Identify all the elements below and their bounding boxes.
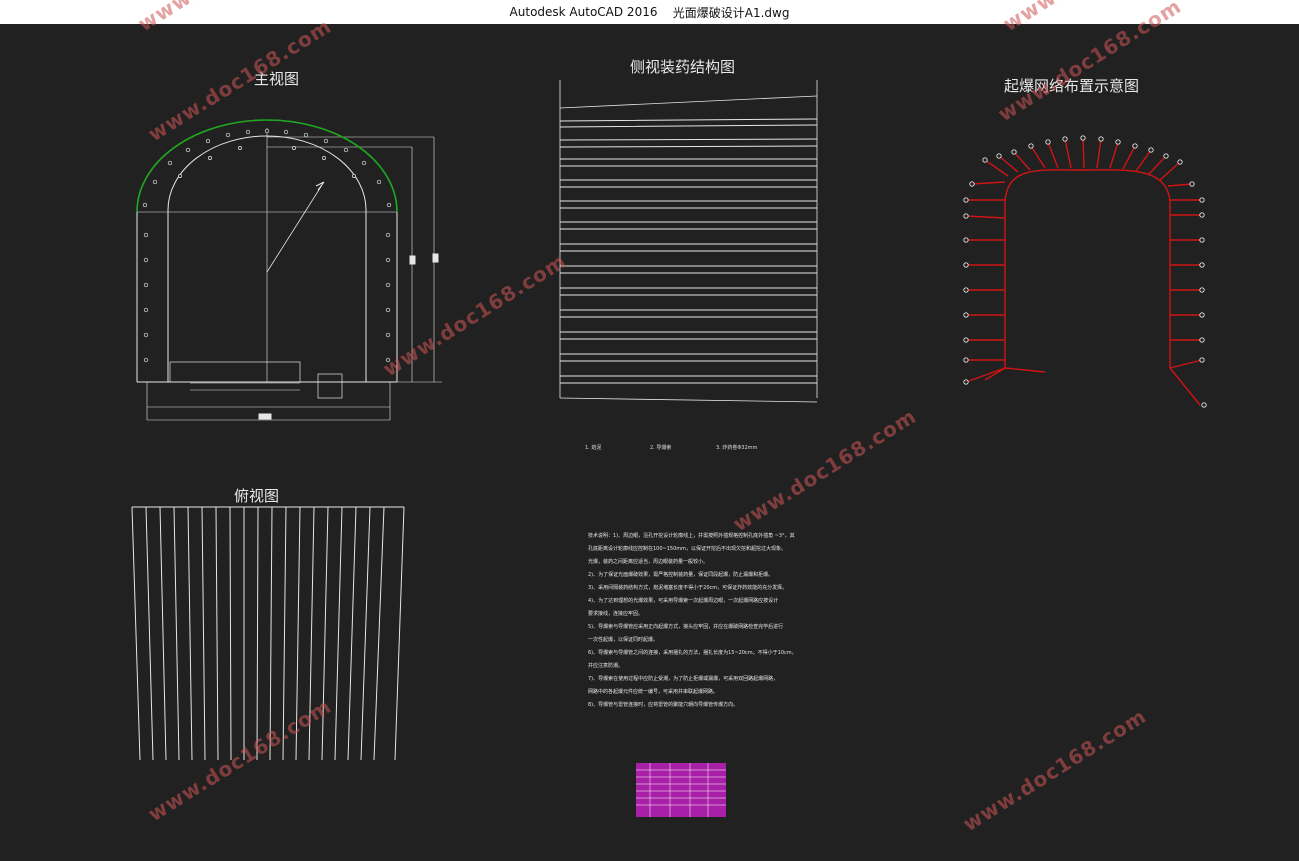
note-line: 5)、导爆索与导爆管应采用正向起爆方式，接头应牢固，并应在爆破网路检查完毕后进行 xyxy=(588,624,784,630)
note-line: 6)、导爆索与导爆管之间的连接，采用捆扎的方法，捆扎长度为15~20cm，不得小… xyxy=(588,650,797,656)
note-line: 2)、为了保证光面爆破效果，需严格控制装药量，保证同段起爆，防止漏爆和拒爆。 xyxy=(588,572,774,578)
note-line: 一次性起爆，以保证同时起爆。 xyxy=(588,637,659,643)
side-legend-1: 1. 炮泥 xyxy=(585,445,602,451)
top-view-drawing xyxy=(131,506,405,761)
note-line: 4)、为了达到理想的光爆效果，可采用导爆索一次起爆周边眼，一次起爆网路应按设计 xyxy=(588,598,779,604)
drawing-canvas[interactable]: 主视图 侧视装药结构图 起爆网络布置示意图 俯视图 1. 炮泥 2. 导爆索 3… xyxy=(0,0,1299,861)
note-line: 孔底距离设计轮廓线应控制在100~150mm，以保证开挖后不出现欠挖和超挖过大现… xyxy=(588,546,787,552)
note-line: 8)、导爆管与雷管连接时，应将雷管的聚能穴朝向导爆管传爆方向。 xyxy=(588,702,739,708)
note-line: 要求接线，连接应牢固。 xyxy=(588,611,644,617)
note-line: 网路中的各起爆元件应统一编号，可采用并串联起爆网路。 xyxy=(588,689,719,695)
note-line: 并应注意防潮。 xyxy=(588,663,624,669)
technical-notes: 技术说明：1)、周边眼，沿孔开挖设计轮廓线上，并需按照外插规格控制孔底外插角 ~… xyxy=(588,530,848,712)
top-view-title: 俯视图 xyxy=(234,487,280,505)
side-legend-2: 2. 导爆索 xyxy=(650,445,672,451)
note-line: 3)、采用间隔装药结构方式，炮泥堵塞长度不得小于20cm，可保证炸药效能的充分发… xyxy=(588,585,788,591)
note-line: 技术说明：1)、周边眼，沿孔开挖设计轮廓线上，并需按照外插规格控制孔底外插角 ~… xyxy=(588,533,795,539)
app-title: Autodesk AutoCAD 2016 xyxy=(509,5,658,19)
file-name: 光面爆破设计A1.dwg xyxy=(672,5,790,20)
side-legend-3: 3. 炸药卷Φ32mm xyxy=(716,445,758,451)
magenta-table xyxy=(636,763,726,817)
note-line: 光爆，装药之间距离应适当，周边眼装药量一般较小。 xyxy=(588,559,709,565)
network-drawing xyxy=(965,137,1203,406)
note-line: 7)、导爆索在使用过程中应防止受潮，为了防止拒爆或漏爆，可采用双回路起爆网路， xyxy=(588,676,779,682)
side-view-title: 侧视装药结构图 xyxy=(630,58,736,76)
side-view-drawing xyxy=(559,80,818,403)
